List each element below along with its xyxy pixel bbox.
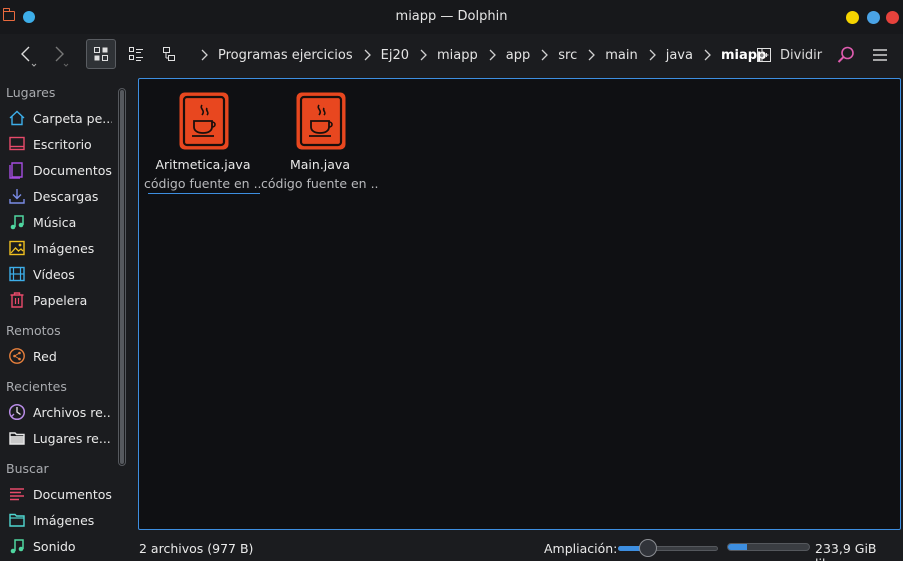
chevron-right-icon bbox=[420, 49, 427, 61]
places-panel: Lugares Carpeta pe... Escritorio Documen… bbox=[0, 78, 113, 561]
search-pictures-icon bbox=[8, 511, 26, 529]
sidebar-item-documents[interactable]: Documentos bbox=[8, 158, 112, 182]
disk-space-bar[interactable] bbox=[727, 543, 810, 551]
chevron-left-icon bbox=[21, 46, 37, 67]
split-view-icon bbox=[757, 48, 771, 62]
search-button[interactable] bbox=[832, 40, 860, 70]
free-space-label: 233,9 GiB libre bbox=[815, 541, 877, 561]
sidebar-item-search-pictures[interactable]: Imágenes bbox=[8, 508, 112, 532]
file-item-main[interactable]: Main.java código fuente en ... bbox=[261, 91, 379, 195]
details-view-button[interactable] bbox=[155, 39, 185, 69]
sidebar-item-downloads[interactable]: Descargas bbox=[8, 184, 112, 208]
icons-view-icon bbox=[94, 47, 108, 61]
file-name: Aritmetica.java bbox=[155, 157, 251, 172]
recent-places-icon bbox=[8, 429, 26, 447]
sidebar-item-trash[interactable]: Papelera bbox=[8, 288, 112, 312]
zoom-slider-handle[interactable] bbox=[639, 539, 657, 557]
breadcrumb: Programas ejercicios Ej20 miapp app src … bbox=[190, 34, 766, 76]
file-name: Main.java bbox=[289, 157, 350, 172]
chevron-right-icon bbox=[201, 49, 208, 61]
java-file-icon bbox=[296, 92, 346, 150]
home-icon bbox=[8, 109, 26, 127]
videos-icon bbox=[8, 265, 26, 283]
status-bar: 2 archivos (977 B) Ampliación: 233,9 GiB… bbox=[0, 533, 903, 561]
section-recientes: Recientes bbox=[6, 379, 67, 394]
section-buscar: Buscar bbox=[6, 461, 49, 476]
documents-icon bbox=[8, 161, 26, 179]
pictures-icon bbox=[8, 239, 26, 257]
file-type: código fuente en ... bbox=[261, 176, 379, 191]
maximize-button[interactable] bbox=[867, 11, 880, 24]
chevron-right-icon bbox=[364, 49, 371, 61]
sidebar-scrollbar[interactable] bbox=[118, 88, 126, 466]
zoom-label: Ampliación: bbox=[544, 541, 618, 556]
desktop-icon bbox=[8, 135, 26, 153]
sidebar-item-recent-places[interactable]: Lugares re... bbox=[8, 426, 112, 450]
trash-icon bbox=[8, 291, 26, 309]
toolbar: Programas ejercicios Ej20 miapp app src … bbox=[0, 34, 903, 76]
download-icon bbox=[8, 187, 26, 205]
breadcrumb-item[interactable]: java bbox=[638, 47, 693, 63]
breadcrumb-item[interactable]: src bbox=[530, 47, 577, 63]
status-summary: 2 archivos (977 B) bbox=[139, 541, 254, 556]
sidebar-item-pictures[interactable]: Imágenes bbox=[8, 236, 112, 260]
sidebar-item-desktop[interactable]: Escritorio bbox=[8, 132, 112, 156]
recent-files-icon bbox=[8, 403, 26, 421]
search-icon bbox=[837, 46, 854, 63]
split-button[interactable]: Dividir bbox=[756, 40, 826, 70]
breadcrumb-item[interactable]: Ej20 bbox=[353, 47, 409, 63]
focus-indicator bbox=[148, 193, 260, 194]
compact-view-button[interactable] bbox=[121, 39, 151, 69]
breadcrumb-item[interactable]: Programas ejercicios bbox=[190, 47, 353, 63]
chevron-right-icon bbox=[649, 49, 656, 61]
file-view[interactable]: Aritmetica.java código fuente en ... Mai… bbox=[138, 78, 901, 530]
zoom-slider[interactable] bbox=[618, 539, 718, 557]
details-view-icon bbox=[163, 47, 175, 61]
breadcrumb-item[interactable]: app bbox=[478, 47, 530, 63]
minimize-button[interactable] bbox=[846, 11, 859, 24]
icons-view-button[interactable] bbox=[86, 39, 116, 69]
chevron-right-icon bbox=[541, 49, 549, 61]
file-item-aritmetica[interactable]: Aritmetica.java código fuente en ... bbox=[144, 91, 262, 195]
file-type: código fuente en ... bbox=[144, 176, 262, 191]
sidebar-item-home[interactable]: Carpeta pe... bbox=[8, 106, 112, 130]
section-remotos: Remotos bbox=[6, 323, 61, 338]
disk-space-fill bbox=[728, 544, 748, 550]
sidebar-item-search-documents[interactable]: Documentos bbox=[8, 482, 112, 506]
sidebar-item-music[interactable]: Música bbox=[8, 210, 112, 234]
java-file-icon bbox=[179, 92, 229, 150]
sidebar-item-network[interactable]: Red bbox=[8, 344, 112, 368]
chevron-right-icon bbox=[704, 49, 711, 61]
music-icon bbox=[8, 213, 26, 231]
forward-button[interactable] bbox=[45, 41, 73, 69]
chevron-right-icon bbox=[588, 49, 596, 61]
hamburger-menu-icon bbox=[873, 49, 887, 61]
chevron-right-icon bbox=[55, 46, 69, 67]
sidebar-scrollbar-thumb[interactable] bbox=[120, 90, 124, 464]
sidebar-item-videos[interactable]: Vídeos bbox=[8, 262, 112, 286]
network-icon bbox=[8, 347, 26, 365]
search-documents-icon bbox=[8, 485, 26, 503]
breadcrumb-item[interactable]: main bbox=[577, 47, 638, 63]
title-bar: miapp — Dolphin bbox=[0, 0, 903, 34]
compact-view-icon bbox=[129, 47, 143, 61]
window-title: miapp — Dolphin bbox=[395, 9, 508, 24]
back-button[interactable] bbox=[13, 41, 41, 69]
main-menu-button[interactable] bbox=[866, 40, 894, 70]
breadcrumb-item[interactable]: miapp bbox=[409, 47, 478, 63]
section-lugares: Lugares bbox=[6, 85, 56, 100]
close-button[interactable] bbox=[886, 11, 899, 24]
sidebar-item-recent-files[interactable]: Archivos re... bbox=[8, 400, 112, 424]
split-label: Dividir bbox=[780, 47, 823, 63]
chevron-right-icon bbox=[489, 49, 496, 61]
